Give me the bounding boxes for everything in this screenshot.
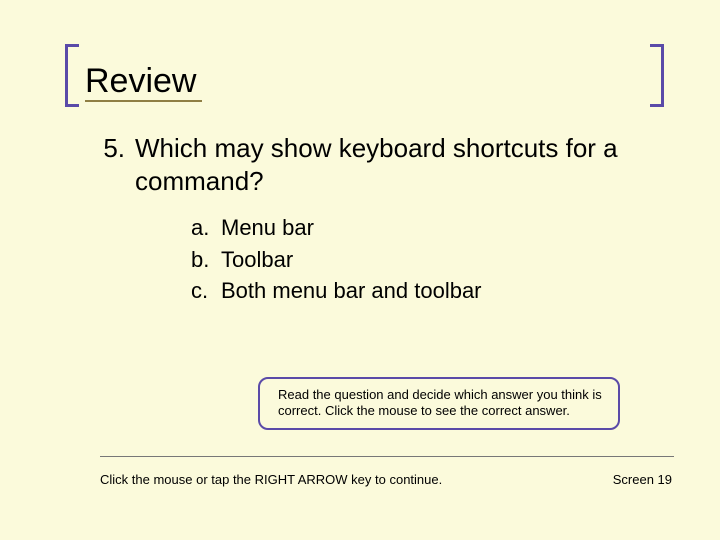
question-number: 5. [95, 132, 135, 197]
option-text: Both menu bar and toolbar [221, 276, 482, 306]
bracket-left-icon [65, 44, 79, 107]
slide-title: Review [85, 64, 202, 102]
option-letter: c. [191, 276, 221, 306]
options-list: a. Menu bar b. Toolbar c. Both menu bar … [191, 213, 630, 306]
option-letter: a. [191, 213, 221, 243]
hint-box: Read the question and decide which answe… [258, 377, 620, 430]
title-bar: Review [65, 48, 664, 103]
option-letter: b. [191, 245, 221, 275]
footer-divider [100, 456, 674, 457]
question-text: Which may show keyboard shortcuts for a … [135, 132, 630, 197]
footer-instruction: Click the mouse or tap the RIGHT ARROW k… [100, 472, 442, 487]
option-text: Toolbar [221, 245, 293, 275]
screen-number: Screen 19 [613, 472, 672, 487]
option-b: b. Toolbar [191, 245, 630, 275]
option-a: a. Menu bar [191, 213, 630, 243]
question-block: 5. Which may show keyboard shortcuts for… [95, 132, 630, 308]
slide[interactable]: Review 5. Which may show keyboard shortc… [0, 0, 720, 540]
option-text: Menu bar [221, 213, 314, 243]
bracket-right-icon [650, 44, 664, 107]
option-c: c. Both menu bar and toolbar [191, 276, 630, 306]
question-row: 5. Which may show keyboard shortcuts for… [95, 132, 630, 197]
